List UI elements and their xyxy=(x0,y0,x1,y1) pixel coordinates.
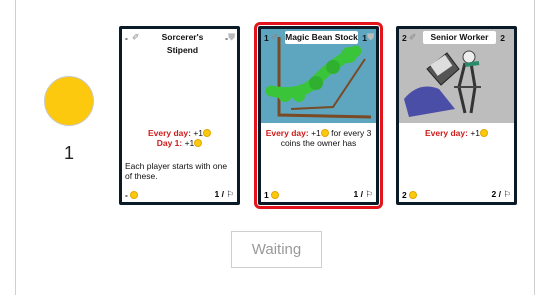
card-cost: 1 xyxy=(264,33,269,43)
person-icon: ⚐ xyxy=(226,189,234,199)
card-effects: Every day: +1 Day 1: +1 xyxy=(125,128,234,148)
card-sorcerers-stipend[interactable]: - ✐ Sorcerer's Stipend - ⛊ Every day: +1… xyxy=(119,26,240,205)
card-senior-worker[interactable]: 2 ✐ Senior Worker 2 ⛊ Every day: +1 2 2 … xyxy=(396,26,517,205)
person-icon: ⚐ xyxy=(503,189,511,199)
coin-icon xyxy=(194,139,203,147)
wrench-icon: ✐ xyxy=(271,32,279,42)
shield-icon: ⛊ xyxy=(367,32,374,42)
card-cost: 2 xyxy=(402,33,407,43)
card-effects: Every day: +1 for every 3 coins the owne… xyxy=(265,128,372,148)
card-title: Magic Bean Stock xyxy=(285,31,358,44)
card-magic-bean-stock[interactable]: 1 ✐ Magic Bean Stock 1 ⛊ Every day: +1 f… xyxy=(254,22,383,209)
coin-icon xyxy=(203,129,212,137)
card-footer: - 1 / ⚐ xyxy=(125,189,234,200)
coin-icon xyxy=(480,129,489,137)
effect-line: Every day: +1 xyxy=(125,128,234,138)
coin-icon xyxy=(320,129,329,137)
card-header: 2 ✐ Senior Worker 2 ⛊ xyxy=(399,29,514,47)
wrench-icon: ✐ xyxy=(132,32,140,42)
card-effects: Every day: +1 xyxy=(402,128,511,138)
waiting-button[interactable]: Waiting xyxy=(231,231,322,268)
shield-icon: ⛊ xyxy=(505,32,512,42)
coin-icon xyxy=(409,191,418,199)
card-title: Senior Worker xyxy=(423,31,496,44)
coin-count: 1 xyxy=(63,143,74,163)
card-header: 1 ✐ Magic Bean Stock 1 ⛊ xyxy=(261,29,376,47)
person-icon: ⚐ xyxy=(365,189,373,199)
shield-icon: ⛊ xyxy=(228,32,235,42)
coin-icon xyxy=(130,191,139,199)
card-art-empty xyxy=(122,45,237,123)
card-footer: 2 2 / ⚐ xyxy=(402,189,511,200)
wrench-icon: ✐ xyxy=(409,32,417,42)
card-cost: - xyxy=(125,33,128,43)
coin-icon xyxy=(44,76,94,126)
card-description: Each player starts with one of these. xyxy=(125,161,228,181)
effect-line: Day 1: +1 xyxy=(125,138,234,148)
card-footer: 1 1 / ⚐ xyxy=(264,189,373,200)
coin-icon xyxy=(271,191,280,199)
card-title: Sorcerer's Stipend xyxy=(146,31,219,55)
